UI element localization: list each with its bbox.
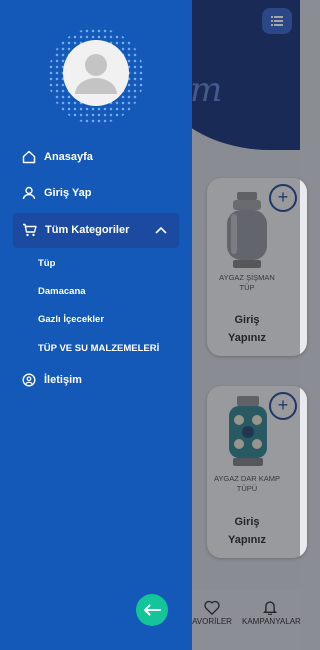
close-drawer-button[interactable] [136, 594, 168, 626]
contact-icon [22, 373, 36, 387]
menu-item-home[interactable]: Anasayfa [22, 150, 93, 164]
subcategory-item[interactable]: Damacana [38, 286, 86, 297]
subcategory-item[interactable]: TÜP VE SU MALZEMELERİ [38, 343, 159, 354]
user-icon [22, 186, 36, 200]
arrow-left-icon [144, 604, 161, 616]
subcategory-item[interactable]: Gazlı İçecekler [38, 314, 104, 325]
menu-item-contact-label: İletişim [44, 374, 82, 386]
subcategory-item[interactable]: Tüp [38, 258, 55, 269]
menu-item-categories-label: Tüm Kategoriler [45, 224, 130, 236]
navigation-drawer: Anasayfa Giriş Yap Tüm Kategoriler Tüp D… [0, 0, 192, 650]
avatar[interactable] [63, 40, 129, 106]
menu-item-categories[interactable]: Tüm Kategoriler [22, 223, 129, 237]
chevron-up-icon[interactable] [155, 226, 167, 234]
user-placeholder-icon [75, 54, 117, 94]
menu-item-login[interactable]: Giriş Yap [22, 186, 92, 200]
menu-item-login-label: Giriş Yap [44, 187, 92, 199]
home-icon [22, 150, 36, 164]
menu-item-home-label: Anasayfa [44, 151, 93, 163]
cart-icon [23, 223, 37, 237]
menu-item-contact[interactable]: İletişim [22, 373, 82, 387]
